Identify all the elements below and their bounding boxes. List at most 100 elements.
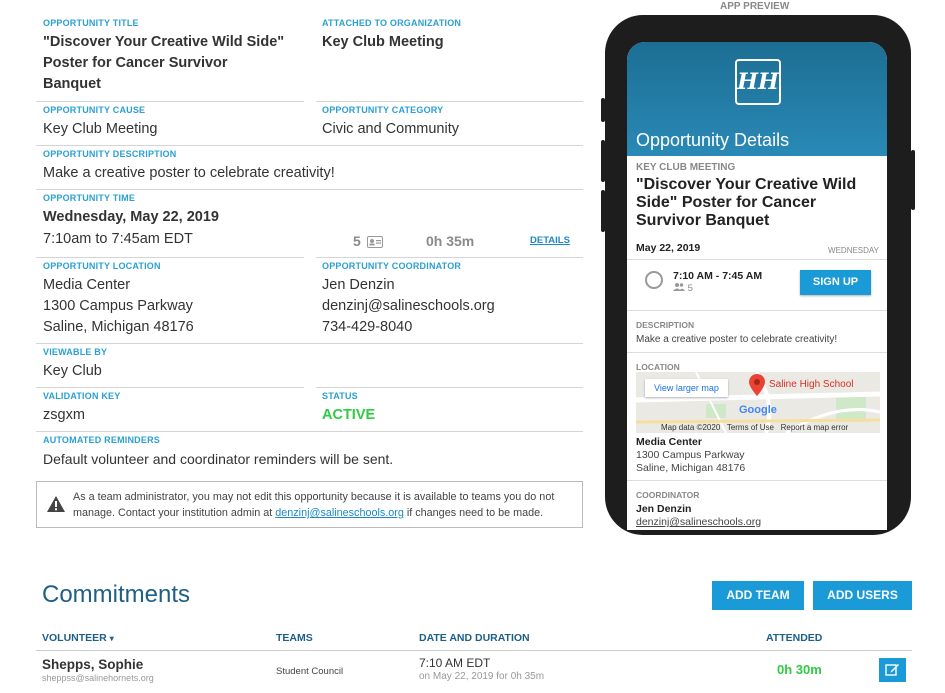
warning-icon <box>46 495 66 518</box>
cause-field: OPPORTUNITY CAUSE Key Club Meeting <box>43 105 157 140</box>
app-location-label: LOCATION <box>636 362 680 372</box>
app-location-addr1: 1300 Campus Parkway <box>636 449 745 461</box>
divider <box>627 480 887 481</box>
status-field: STATUS ACTIVE <box>322 391 375 426</box>
field-label: OPPORTUNITY TIME <box>43 193 136 203</box>
volunteer-name[interactable]: Shepps, Sophie <box>42 657 143 672</box>
field-label: OPPORTUNITY CATEGORY <box>322 105 444 115</box>
google-logo: Google <box>739 404 777 416</box>
map-data-text: Map data ©2020 <box>661 423 721 432</box>
notice-text: As a team administrator, you may not edi… <box>73 489 572 521</box>
phone-side-button <box>601 140 605 182</box>
field-label: ATTACHED TO ORGANIZATION <box>322 18 462 28</box>
divider <box>36 257 304 258</box>
divider <box>627 259 887 260</box>
app-coordinator-name: Jen Denzin <box>636 503 692 515</box>
map-pin-label: Saline High School <box>769 379 854 390</box>
add-team-button[interactable]: ADD TEAM <box>712 581 804 610</box>
reminders-field: AUTOMATED REMINDERS Default volunteer an… <box>43 435 393 470</box>
divider <box>36 650 912 651</box>
time-date: Wednesday, May 22, 2019 <box>43 209 219 225</box>
field-label: OPPORTUNITY DESCRIPTION <box>43 149 177 159</box>
time-field: OPPORTUNITY TIME Wednesday, May 22, 2019… <box>43 193 573 250</box>
divider <box>36 387 304 388</box>
notice-text-post: if changes need to be made. <box>403 507 544 519</box>
select-circle[interactable] <box>645 271 663 289</box>
field-label: OPPORTUNITY TITLE <box>43 18 139 28</box>
signup-button[interactable]: SIGN UP <box>800 270 871 295</box>
field-label: OPPORTUNITY COORDINATOR <box>322 261 462 271</box>
sort-caret-icon: ▾ <box>109 634 114 643</box>
viewable-value: Key Club <box>43 363 102 379</box>
title-line: Poster for Cancer Survivor <box>43 55 228 71</box>
opportunity-title: "Discover Your Creative Wild Side" Poste… <box>43 32 298 95</box>
edit-commitment-button[interactable] <box>879 658 906 682</box>
map-pin-icon <box>749 374 765 401</box>
app-logo-icon: HH <box>735 59 781 105</box>
phone-side-button <box>601 98 605 122</box>
edit-icon <box>885 663 900 680</box>
people-icon <box>673 283 688 294</box>
column-teams: TEAMS <box>276 632 313 644</box>
title-line: Banquet <box>43 76 101 92</box>
app-title: "Discover Your Creative Wild Side" Poste… <box>636 176 857 229</box>
admin-email-link[interactable]: denzinj@salineschools.org <box>275 507 404 519</box>
coordinator-name: Jen Denzin <box>322 277 395 293</box>
field-label: VALIDATION KEY <box>43 391 121 401</box>
divider <box>36 343 583 344</box>
app-coordinator-email[interactable]: denzinj@salineschools.org <box>636 516 761 528</box>
divider <box>316 257 583 258</box>
coordinator-field: OPPORTUNITY COORDINATOR Jen Denzin denzi… <box>322 261 495 338</box>
attended-duration: 0h 30m <box>777 662 822 677</box>
category-field: OPPORTUNITY CATEGORY Civic and Community <box>322 105 459 140</box>
id-card-icon <box>366 235 383 251</box>
volunteer-team: Student Council <box>276 666 344 677</box>
field-label: OPPORTUNITY CAUSE <box>43 105 146 115</box>
viewable-field: VIEWABLE BY Key Club <box>43 347 107 382</box>
location-line: Saline, Michigan 48176 <box>43 319 194 335</box>
commitments-heading: Commitments <box>42 581 191 608</box>
divider <box>627 352 887 353</box>
app-description-label: DESCRIPTION <box>636 320 695 330</box>
app-header: HH Opportunity Details <box>627 42 887 156</box>
edit-notice: As a team administrator, you may not edi… <box>36 481 583 528</box>
field-label: STATUS <box>322 391 358 401</box>
opportunity-title-field: OPPORTUNITY TITLE "Discover Your Creativ… <box>43 18 298 95</box>
phone-side-button <box>911 150 915 210</box>
location-line: 1300 Campus Parkway <box>43 298 193 314</box>
title-line: "Discover Your Creative Wild Side" <box>43 34 285 50</box>
details-link[interactable]: DETAILS <box>530 235 570 246</box>
volunteer-email: sheppss@salinehornets.org <box>42 673 154 683</box>
slots-count: 5 <box>353 233 383 251</box>
field-label: OPPORTUNITY LOCATION <box>43 261 161 271</box>
column-volunteer[interactable]: VOLUNTEER ▾ <box>42 632 114 644</box>
location-line: Media Center <box>43 277 131 293</box>
cause-value: Key Club Meeting <box>43 121 158 137</box>
app-location-addr2: Saline, Michigan 48176 <box>636 462 746 474</box>
phone-side-button <box>601 190 605 232</box>
validation-field: VALIDATION KEY zsgxm <box>43 391 120 426</box>
commitment-date: on May 22, 2019 for 0h 35m <box>419 671 545 682</box>
field-label: AUTOMATED REMINDERS <box>43 435 160 445</box>
app-org: KEY CLUB MEETING <box>636 162 736 173</box>
column-label: VOLUNTEER <box>42 632 107 644</box>
coordinator-email: denzinj@salineschools.org <box>322 298 495 314</box>
app-screen: HH Opportunity Details KEY CLUB MEETING … <box>627 42 887 530</box>
map-footer: Map data ©2020 Terms of Use Report a map… <box>661 423 848 432</box>
organization-value: Key Club Meeting <box>322 34 444 50</box>
divider <box>316 387 583 388</box>
app-description: Make a creative poster to celebrate crea… <box>636 334 838 345</box>
map-terms-link[interactable]: Terms of Use <box>727 423 774 432</box>
map-report-link[interactable]: Report a map error <box>781 423 849 432</box>
app-time: 7:10 AM - 7:45 AM <box>673 270 763 282</box>
app-preview-label: APP PREVIEW <box>720 1 790 12</box>
coordinator-phone: 734-429-8040 <box>322 319 413 335</box>
add-users-button[interactable]: ADD USERS <box>813 581 912 610</box>
app-date: May 22, 2019 <box>636 242 701 254</box>
description-field: OPPORTUNITY DESCRIPTION Make a creative … <box>43 149 335 184</box>
field-label: VIEWABLE BY <box>43 347 108 357</box>
column-attended: ATTENDED <box>766 632 823 644</box>
view-larger-map-button[interactable]: View larger map <box>645 379 728 397</box>
commitment-time: 7:10 AM EDT <box>419 656 491 670</box>
app-slots: 5 <box>673 283 693 294</box>
